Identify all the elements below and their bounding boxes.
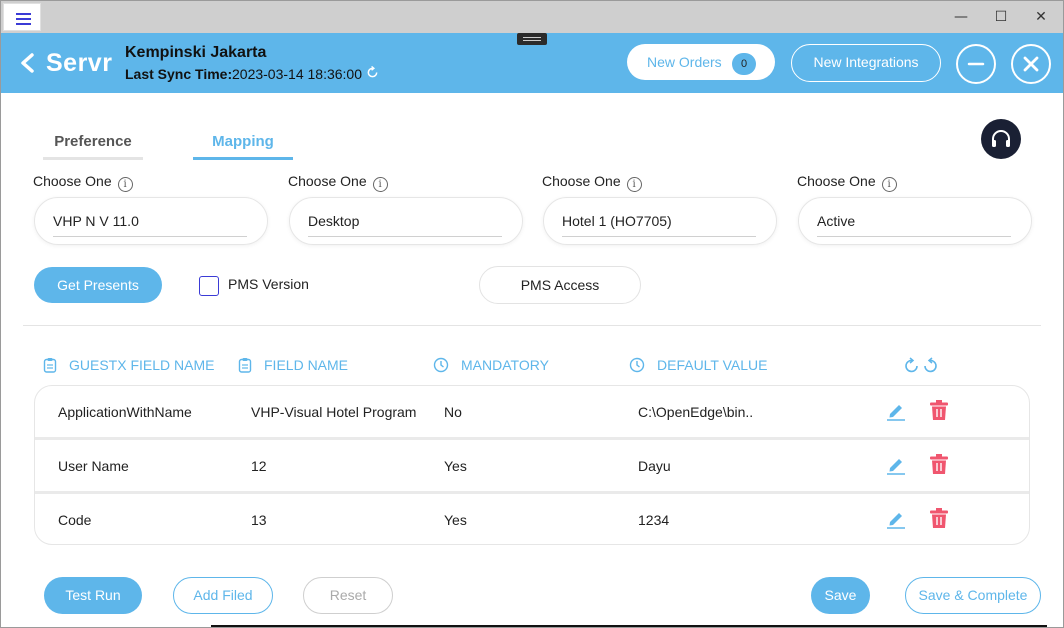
headset-icon <box>992 130 1010 147</box>
select-value: VHP N V 11.0 <box>53 213 139 229</box>
info-icon: i <box>372 177 388 192</box>
minimize-window-button[interactable]: — <box>951 7 971 27</box>
clock-icon <box>629 357 645 373</box>
app-window: — ☐ ✕ Servr Kempinski Jakarta Last Sync … <box>0 0 1064 628</box>
reset-button[interactable]: Reset <box>303 577 393 614</box>
new-integrations-button[interactable]: New Integrations <box>791 44 941 82</box>
pms-system-select[interactable]: VHP N V 11.0 <box>34 197 268 245</box>
servr-logo: Servr <box>46 49 113 77</box>
refresh-icon[interactable] <box>904 357 938 375</box>
cell-guestx-field: ApplicationWithName <box>58 404 192 420</box>
status-select[interactable]: Active <box>798 197 1032 245</box>
cell-guestx-field: User Name <box>58 458 129 474</box>
divider <box>23 325 1041 326</box>
close-panel-button[interactable] <box>1011 44 1051 84</box>
cell-field-name: VHP-Visual Hotel Program <box>251 404 417 420</box>
delete-icon[interactable] <box>929 507 949 529</box>
cell-default-value: Dayu <box>638 458 671 474</box>
pms-access-button[interactable]: PMS Access <box>479 266 641 304</box>
select-value: Desktop <box>308 213 360 229</box>
save-button[interactable]: Save <box>811 577 870 614</box>
pms-version-checkbox[interactable] <box>199 276 219 296</box>
tab-mapping[interactable]: Mapping <box>193 132 293 160</box>
new-orders-label: New Orders <box>647 54 722 70</box>
minimize-panel-button[interactable] <box>956 44 996 84</box>
cell-mandatory: No <box>444 404 462 420</box>
clock-icon <box>433 357 449 373</box>
delete-icon[interactable] <box>929 453 949 475</box>
last-sync-label: Last Sync Time: <box>125 66 233 82</box>
info-icon: i <box>117 177 133 192</box>
select-label-3: Choose One i <box>542 173 642 192</box>
refresh-sync-icon[interactable] <box>366 66 379 79</box>
select-label-4: Choose One i <box>797 173 897 192</box>
minus-icon <box>967 62 985 66</box>
save-complete-button[interactable]: Save & Complete <box>905 577 1041 614</box>
select-label-2: Choose One i <box>288 173 388 192</box>
cell-default-value: 1234 <box>638 512 670 528</box>
test-run-button[interactable]: Test Run <box>44 577 142 614</box>
hotel-name: Kempinski Jakarta <box>125 44 267 61</box>
cell-default-value: C:\OpenEdge\bin.. <box>638 404 754 420</box>
back-arrow-icon[interactable] <box>19 53 37 73</box>
select-value: Active <box>817 213 856 229</box>
delete-icon[interactable] <box>929 399 949 421</box>
new-orders-count-badge: 0 <box>732 53 756 75</box>
edit-icon[interactable] <box>885 507 907 529</box>
close-window-button[interactable]: ✕ <box>1031 7 1051 27</box>
table-row: ApplicationWithName VHP-Visual Hotel Pro… <box>35 386 1029 438</box>
header-mandatory: MANDATORY <box>433 357 549 373</box>
last-sync-value: 2023-03-14 18:36:00 <box>232 66 362 82</box>
add-field-button[interactable]: Add Filed <box>173 577 273 614</box>
header-default-value: DEFAULT VALUE <box>629 357 767 373</box>
cell-mandatory: Yes <box>444 458 467 474</box>
cell-field-name: 13 <box>251 512 267 528</box>
table-row: Code 13 Yes 1234 <box>35 494 1029 544</box>
drag-handle[interactable] <box>517 33 547 45</box>
support-button[interactable] <box>981 119 1021 159</box>
cell-field-name: 12 <box>251 458 267 474</box>
get-presents-button[interactable]: Get Presents <box>34 267 162 303</box>
edit-icon[interactable] <box>885 399 907 421</box>
table-row: User Name 12 Yes Dayu <box>35 440 1029 492</box>
title-bar: — ☐ ✕ <box>1 1 1063 33</box>
hamburger-menu-icon[interactable] <box>3 3 41 31</box>
select-label-1: Choose One i <box>33 173 133 192</box>
info-icon: i <box>626 177 642 192</box>
info-icon: i <box>881 177 897 192</box>
header-guestx-field-name: GUESTX FIELD NAME <box>43 357 214 373</box>
select-value: Hotel 1 (HO7705) <box>562 213 672 229</box>
cell-mandatory: Yes <box>444 512 467 528</box>
close-icon <box>1023 56 1039 72</box>
mapping-table: ApplicationWithName VHP-Visual Hotel Pro… <box>34 385 1030 545</box>
tab-preference[interactable]: Preference <box>43 132 143 160</box>
edit-icon[interactable] <box>885 453 907 475</box>
hotel-select[interactable]: Hotel 1 (HO7705) <box>543 197 777 245</box>
maximize-window-button[interactable]: ☐ <box>991 7 1011 27</box>
header-field-name: FIELD NAME <box>238 357 348 373</box>
pms-version-label: PMS Version <box>228 276 309 292</box>
platform-select[interactable]: Desktop <box>289 197 523 245</box>
clipboard-icon <box>43 358 57 373</box>
cell-guestx-field: Code <box>58 512 92 528</box>
clipboard-icon <box>238 358 252 373</box>
